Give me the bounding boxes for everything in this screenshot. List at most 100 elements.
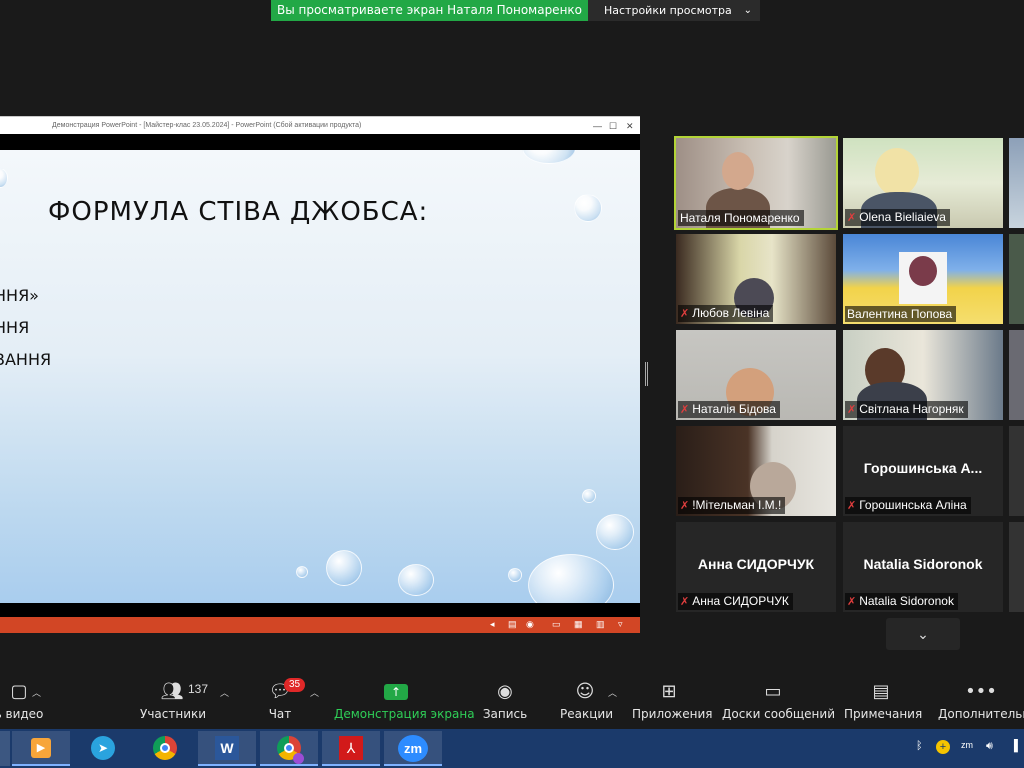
slide-bullet-2: ННЯ <box>0 318 30 337</box>
viewing-screen-banner: Вы просматриваете экран Наталя Пономарен… <box>271 0 588 21</box>
participant-tile[interactable]: ✗ Любов Левіна <box>676 234 836 324</box>
participant-tile[interactable]: Natalia Sidoronok ✗ Natalia Sidoronok <box>843 522 1003 612</box>
more-dots-icon: ••• <box>965 681 997 702</box>
participant-tile[interactable]: ✗ Наталія Бідова <box>676 330 836 420</box>
normal-view-icon: ▭ <box>552 619 561 629</box>
chevron-down-icon: ⌄ <box>743 5 752 16</box>
shared-screen: Демонстрация PowerPoint - [Майстер-клас … <box>0 116 640 633</box>
participants-options-caret[interactable]: ︿ <box>220 686 229 699</box>
participant-name: ✗ Анна СИДОРЧУК <box>678 593 793 610</box>
participant-display-name: Горошинська А... <box>863 460 983 476</box>
participant-video <box>909 256 937 286</box>
slide-canvas: ФОРМУЛА СТІВА ДЖОБСА: ННЯ» ННЯ ВАННЯ <box>0 150 640 603</box>
participant-tile[interactable]: Анна СИДОРЧУК ✗ Анна СИДОРЧУК <box>676 522 836 612</box>
bubble-decoration <box>326 550 362 586</box>
zoom-icon: zm <box>398 735 428 762</box>
slide-bullet-1: ННЯ» <box>0 286 39 305</box>
participant-name: Валентина Попова <box>845 306 957 322</box>
participant-tile-partial[interactable] <box>1009 330 1024 420</box>
chrome-icon <box>153 736 177 760</box>
chat-unread-badge: 35 <box>284 678 306 692</box>
gallery-next-page-button[interactable]: ⌄ <box>886 618 960 650</box>
participants-count: 137 <box>188 682 209 696</box>
taskbar-chrome-profile[interactable] <box>260 731 318 766</box>
share-screen-icon: ↑ <box>334 680 458 704</box>
notes-button[interactable]: ▤ Примечания <box>844 680 922 721</box>
os-taskbar: ▶ ➤ W ⅄ zm ᛒ + zm 🔊︎ ▐ <box>0 729 1024 768</box>
video-options-caret[interactable]: ︿ <box>32 686 41 699</box>
bubble-decoration <box>522 150 576 164</box>
taskbar-button-partial[interactable] <box>0 731 10 766</box>
participant-name: ✗ Горошинська Аліна <box>845 497 971 514</box>
more-button[interactable]: ••• Дополнительно <box>938 680 1024 721</box>
slide-letterbox-bottom <box>0 603 640 617</box>
participant-tile[interactable]: ✗ Olena Bieliaieva <box>843 138 1003 228</box>
participant-name: ✗ Natalia Sidoronok <box>845 593 958 610</box>
slide-sorter-icon: ▦ <box>574 619 583 629</box>
reactions-options-caret[interactable]: ︿ <box>608 686 617 699</box>
participant-tile[interactable]: Валентина Попова <box>843 234 1003 324</box>
volume-icon[interactable]: 🔊︎ <box>986 740 993 753</box>
tray-app-icon[interactable]: + <box>936 740 950 754</box>
participant-video <box>722 152 754 190</box>
taskbar-telegram[interactable]: ➤ <box>74 731 132 766</box>
mic-muted-icon: ✗ <box>680 404 690 416</box>
participant-display-name: Natalia Sidoronok <box>863 556 983 572</box>
bubble-decoration <box>296 566 308 578</box>
participant-name: ✗ !Мітельман І.М.! <box>678 497 786 514</box>
reading-view-icon: ▥ <box>596 619 605 629</box>
share-screen-button[interactable]: ↑ Демонстрация экрана <box>334 680 475 721</box>
participant-tile[interactable]: ✗ Світлана Нагорняк <box>843 330 1003 420</box>
slide-bullet-3: ВАННЯ <box>0 350 52 369</box>
bluetooth-icon[interactable]: ᛒ <box>916 740 923 752</box>
participant-tile-partial[interactable] <box>1009 138 1024 228</box>
bubble-decoration <box>574 194 602 222</box>
taskbar-acrobat[interactable]: ⅄ <box>322 731 380 766</box>
participant-tile[interactable]: Наталя Пономаренко <box>674 136 838 230</box>
participant-tile[interactable]: ✗ !Мітельман І.М.! <box>676 426 836 516</box>
taskbar-word[interactable]: W <box>198 731 256 766</box>
apps-icon: ⊞ <box>661 681 677 702</box>
bubble-decoration <box>582 489 596 503</box>
participant-tile-partial[interactable] <box>1009 426 1024 516</box>
minimize-icon: — <box>593 121 602 131</box>
close-icon: ✕ <box>626 121 634 131</box>
ppt-window-title: Демонстрация PowerPoint - [Майстер-клас … <box>52 122 362 129</box>
chat-options-caret[interactable]: ︿ <box>310 686 319 699</box>
notes-icon: ▤ <box>872 681 890 702</box>
maximize-icon: ☐ <box>609 121 618 131</box>
slideshow-view-icon: ▿ <box>618 619 623 629</box>
bubble-decoration <box>508 568 522 582</box>
taskbar-chrome[interactable] <box>136 731 194 766</box>
participant-name: Наталя Пономаренко <box>678 210 804 226</box>
participant-tile-partial[interactable] <box>1009 234 1024 324</box>
panel-resize-handle[interactable] <box>645 362 648 386</box>
participant-tile-partial[interactable] <box>1009 522 1024 612</box>
participant-tile[interactable]: Горошинська А... ✗ Горошинська Аліна <box>843 426 1003 516</box>
mic-muted-icon: ✗ <box>847 212 857 224</box>
view-options-button[interactable]: Настройки просмотра ⌄ <box>588 0 760 21</box>
media-player-icon: ▶ <box>31 738 51 758</box>
participant-name: ✗ Наталія Бідова <box>678 401 780 418</box>
apps-button[interactable]: ⊞ Приложения <box>632 680 713 721</box>
telegram-icon: ➤ <box>91 736 115 760</box>
participant-name: ✗ Світлана Нагорняк <box>845 401 968 418</box>
whiteboards-button[interactable]: ▭ Доски сообщений <box>722 680 835 721</box>
slide-title: ФОРМУЛА СТІВА ДЖОБСА: <box>48 197 429 227</box>
zoom-tray-icon[interactable]: zm <box>961 740 973 750</box>
slideshow-pointer-icon: ◉ <box>526 619 534 629</box>
participant-video <box>875 148 919 196</box>
participant-display-name: Анна СИДОРЧУК <box>697 556 815 572</box>
acrobat-icon: ⅄ <box>339 736 363 760</box>
bubble-decoration <box>0 168 8 188</box>
taskbar-media-player[interactable]: ▶ <box>12 731 70 766</box>
record-button[interactable]: ◉ Запись <box>482 680 528 721</box>
network-icon[interactable]: ▐ <box>1010 740 1018 752</box>
ppt-title-bar: Демонстрация PowerPoint - [Майстер-клас … <box>0 116 640 135</box>
participant-name: ✗ Olena Bieliaieva <box>845 209 950 226</box>
taskbar-zoom[interactable]: zm <box>384 731 442 766</box>
mic-muted-icon: ✗ <box>847 596 857 608</box>
ppt-status-bar: ◂ ▤ ◉ ▭ ▦ ▥ ▿ <box>0 617 640 633</box>
mic-muted-icon: ✗ <box>847 500 857 512</box>
reactions-button[interactable]: ☺ Реакции <box>560 680 613 721</box>
